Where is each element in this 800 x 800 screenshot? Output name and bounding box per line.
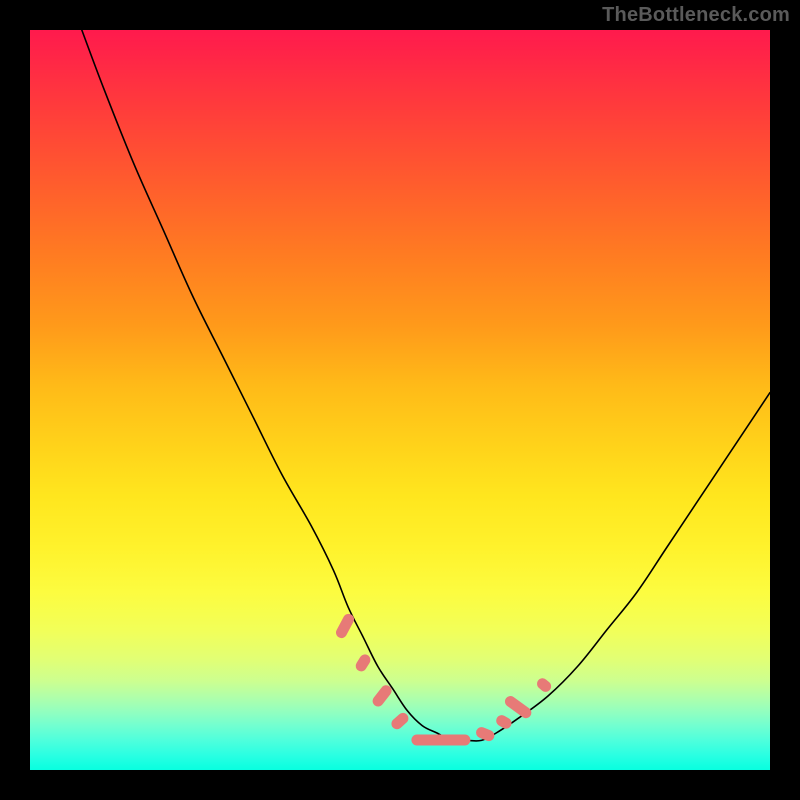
accent-mark xyxy=(370,683,393,708)
accent-mark xyxy=(474,726,495,743)
chart-plot-area xyxy=(30,30,770,770)
accent-mark xyxy=(389,711,411,732)
watermark-text: TheBottleneck.com xyxy=(602,4,790,27)
accent-mark xyxy=(494,713,514,731)
accent-mark xyxy=(334,612,356,640)
curve-accent-markers xyxy=(30,30,770,770)
accent-mark xyxy=(354,652,373,673)
accent-mark xyxy=(411,735,470,746)
chart-frame: TheBottleneck.com xyxy=(0,0,800,800)
accent-mark xyxy=(535,676,553,694)
accent-mark xyxy=(503,694,533,720)
